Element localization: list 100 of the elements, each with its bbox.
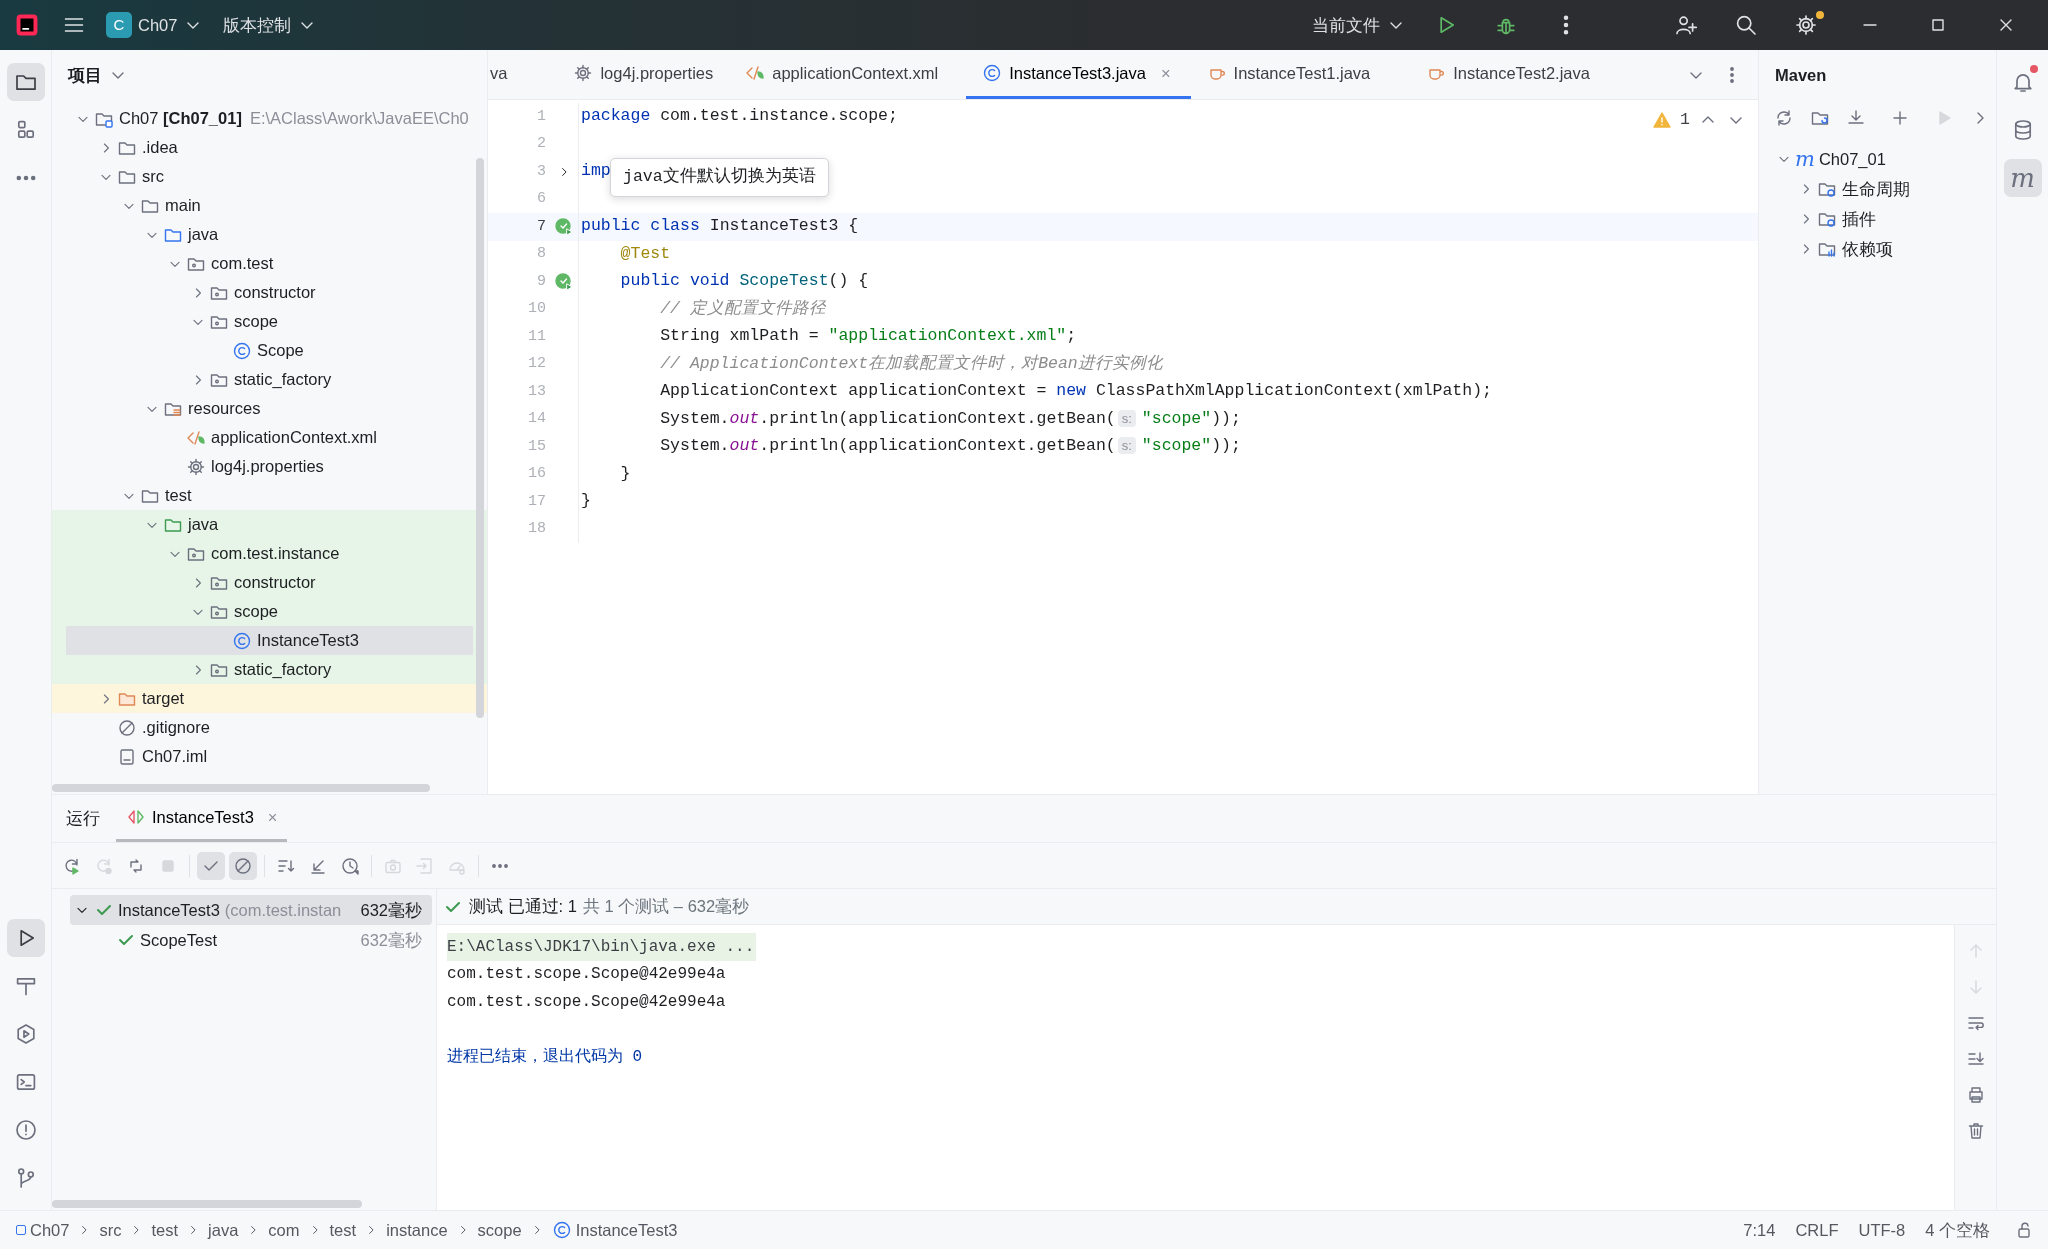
class-icon bbox=[232, 340, 252, 361]
line-number: 11 bbox=[527, 326, 547, 347]
line-number: 15 bbox=[527, 436, 547, 457]
tree-item[interactable]: main bbox=[52, 191, 487, 220]
tree-item[interactable]: java bbox=[52, 510, 487, 539]
tree-item[interactable]: target bbox=[52, 684, 487, 713]
app-logo-icon bbox=[14, 12, 40, 38]
console-line: 进程已结束，退出代码为 0 bbox=[447, 1046, 644, 1068]
line-number: 7 bbox=[536, 216, 547, 237]
maven-glyph[interactable]: m bbox=[2003, 159, 2042, 197]
breadcrumb[interactable]: scope bbox=[475, 1217, 524, 1243]
maven-glyph: m bbox=[1795, 148, 1815, 170]
no-entry-icon[interactable] bbox=[229, 851, 257, 880]
editor-tab[interactable]: InstanceTest1.java bbox=[1190, 50, 1411, 99]
tree-item[interactable]: resources bbox=[52, 394, 487, 423]
tree-item[interactable]: com.test.instance bbox=[52, 539, 487, 568]
vcs-menu[interactable]: 版本控制 bbox=[213, 6, 328, 44]
add-user-icon[interactable] bbox=[1674, 13, 1698, 37]
file-encoding[interactable]: UTF-8 bbox=[1848, 1217, 1916, 1243]
console-line: com.test.scope.Scope@42e99e4a bbox=[447, 991, 727, 1013]
class-icon bbox=[551, 1220, 572, 1240]
breadcrumb[interactable]: test bbox=[149, 1217, 181, 1243]
test-summary-detail: 共 1 个测试 – 632毫秒 bbox=[582, 896, 750, 918]
editor-tab[interactable]: va bbox=[488, 50, 558, 99]
play-icon[interactable] bbox=[6, 919, 45, 957]
breadcrumb[interactable]: src bbox=[97, 1217, 124, 1243]
tree-item[interactable]: Ch07 [Ch07_01] E:\AClass\Awork\JavaEE\Ch0 bbox=[52, 104, 487, 133]
line-number: 8 bbox=[536, 244, 547, 264]
run-configuration[interactable]: 当前文件 bbox=[1302, 6, 1416, 44]
editor-tab[interactable]: applicationContext.xml bbox=[729, 50, 967, 99]
code-line: package com.test.instance.scope; bbox=[580, 105, 898, 128]
tree-item[interactable]: m Ch07_01 bbox=[1759, 144, 1996, 174]
tree-item[interactable]: java bbox=[52, 220, 487, 249]
breadcrumb[interactable]: InstanceTest3 bbox=[549, 1217, 680, 1243]
breadcrumb[interactable]: java bbox=[206, 1217, 241, 1243]
line-number: 18 bbox=[527, 519, 547, 539]
test-item[interactable]: ScopeTest 632毫秒 bbox=[70, 925, 432, 955]
breadcrumb[interactable]: com bbox=[266, 1217, 302, 1243]
class-icon bbox=[982, 63, 1003, 83]
run-test-icon[interactable] bbox=[554, 216, 574, 237]
line-separator[interactable]: CRLF bbox=[1785, 1217, 1849, 1243]
search-icon[interactable] bbox=[1734, 13, 1758, 37]
panel-title[interactable]: 项目 bbox=[68, 62, 102, 88]
scrollbar-thumb[interactable] bbox=[52, 784, 430, 792]
editor-tab[interactable]: InstanceTest2.java bbox=[1410, 50, 1606, 99]
run-test-icon[interactable] bbox=[554, 271, 574, 292]
check-icon[interactable] bbox=[197, 851, 225, 880]
tree-item[interactable]: Scope bbox=[52, 336, 487, 365]
project-badge: C bbox=[106, 12, 132, 38]
line-number: 6 bbox=[536, 189, 547, 209]
no-entry-icon bbox=[117, 717, 137, 738]
project-switcher[interactable]: C Ch07 bbox=[96, 6, 214, 44]
tree-item[interactable]: constructor bbox=[52, 568, 487, 597]
indent-setting[interactable]: 4 个空格 bbox=[1915, 1217, 2000, 1243]
tree-item[interactable]: .gitignore bbox=[52, 713, 487, 742]
line-number: 3 bbox=[536, 161, 547, 182]
breadcrumb[interactable]: Ch07 bbox=[14, 1217, 72, 1243]
tree-item[interactable]: 插件 bbox=[1759, 204, 1996, 234]
scrollbar-thumb[interactable] bbox=[52, 1200, 362, 1208]
line-number: 9 bbox=[536, 271, 547, 292]
warning-count[interactable]: 1 bbox=[1680, 108, 1690, 133]
code-line: String xmlPath = "applicationContext.xml"; bbox=[659, 325, 1077, 348]
tree-item[interactable]: static_factory bbox=[52, 365, 487, 394]
test-summary: 测试 已通过: 1 bbox=[469, 896, 577, 918]
gear-icon bbox=[573, 63, 594, 83]
file-icon bbox=[117, 746, 137, 767]
tree-item[interactable]: src bbox=[52, 162, 487, 191]
folder-icon[interactable] bbox=[6, 63, 45, 101]
tree-item[interactable]: scope bbox=[52, 597, 487, 626]
code-line: @Test bbox=[619, 242, 671, 265]
tree-item[interactable]: log4j.properties bbox=[52, 452, 487, 481]
tree-item[interactable]: 生命周期 bbox=[1759, 174, 1996, 204]
settings-icon[interactable] bbox=[1794, 13, 1818, 37]
run-tab[interactable]: InstanceTest3 × bbox=[116, 795, 288, 842]
line-number: 13 bbox=[527, 381, 547, 402]
tree-item[interactable]: scope bbox=[52, 307, 487, 336]
code-line: public void ScopeTest() { bbox=[619, 270, 869, 293]
tree-item[interactable]: applicationContext.xml bbox=[52, 423, 487, 452]
tree-item[interactable]: InstanceTest3 bbox=[52, 626, 487, 655]
warning-icon[interactable] bbox=[1652, 110, 1673, 131]
editor-tab[interactable]: log4j.properties bbox=[557, 50, 730, 99]
code-line: ApplicationContext applicationContext = new ClassPathXmlApplicationContext(xmlPath); bbox=[659, 380, 1492, 403]
code-line: System.out.println(applicationContext.getBean( s: "scope")); bbox=[659, 407, 1241, 430]
breadcrumb[interactable]: instance bbox=[384, 1217, 450, 1243]
tree-item[interactable]: .idea bbox=[52, 133, 487, 162]
caret-position[interactable]: 7:14 bbox=[1733, 1217, 1786, 1243]
test-item[interactable]: InstanceTest3 (com.test.instan 632毫秒 bbox=[70, 895, 432, 925]
tree-item[interactable]: static_factory bbox=[52, 655, 487, 684]
scrollbar-thumb[interactable] bbox=[476, 158, 484, 718]
tree-item[interactable]: test bbox=[52, 481, 487, 510]
tree-item[interactable]: 依赖项 bbox=[1759, 234, 1996, 264]
breadcrumb[interactable]: test bbox=[327, 1217, 359, 1243]
tooltip: java文件默认切换为英语 bbox=[610, 158, 829, 197]
line-number: 10 bbox=[527, 299, 547, 319]
editor-tab[interactable]: InstanceTest3.java × bbox=[966, 50, 1191, 99]
tree-item[interactable]: Ch07.iml bbox=[52, 742, 487, 771]
tree-item[interactable]: com.test bbox=[52, 249, 487, 278]
tree-item[interactable]: constructor bbox=[52, 278, 487, 307]
panel-title: 运行 bbox=[66, 808, 100, 830]
code-line: imp bbox=[580, 160, 611, 183]
